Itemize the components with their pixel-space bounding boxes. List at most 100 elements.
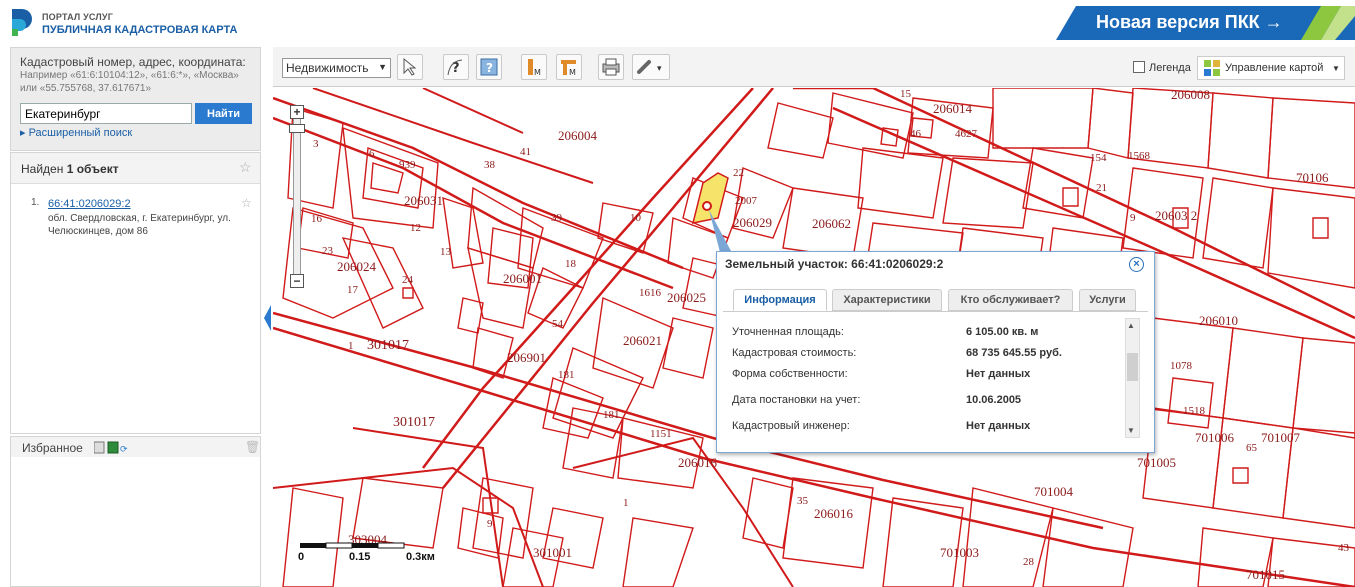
parcel-label: 1616 <box>639 287 661 299</box>
search-title: Кадастровый номер, адрес, координата: <box>20 55 246 69</box>
parcel-label: 21 <box>1096 182 1107 194</box>
parcel-label: 1568 <box>1128 150 1150 162</box>
block-label: 701015 <box>1246 567 1285 582</box>
svg-text:⟳: ⟳ <box>120 445 128 455</box>
block-label: 206004 <box>558 128 597 143</box>
parcel-label: 65 <box>1246 442 1257 454</box>
block-label: 206029 <box>733 215 772 230</box>
block-label: 206016 <box>678 455 717 470</box>
layer-select[interactable]: Недвижимость ▼ <box>282 58 391 78</box>
info-tool-button[interactable]: ? <box>476 54 502 80</box>
prop-label: Форма собственности: <box>732 368 848 380</box>
prop-label: Дата постановки на учет: <box>732 394 861 406</box>
svg-text:?: ? <box>486 61 493 75</box>
search-input[interactable] <box>20 103 192 124</box>
parcel-label: 39 <box>551 212 562 224</box>
zoom-slider[interactable] <box>293 108 301 280</box>
zoom-handle[interactable] <box>289 124 305 133</box>
result-address: обл. Свердловская, г. Екатеринбург, ул. … <box>48 213 231 237</box>
parcel-label: 1518 <box>1183 405 1205 417</box>
result-link[interactable]: 66:41:0206029:2 <box>48 198 131 210</box>
parcel-label: 2007 <box>735 195 757 207</box>
svg-text:▾: ▾ <box>657 64 662 74</box>
scrollbar-thumb[interactable] <box>1127 353 1138 381</box>
link-button[interactable]: ▾ <box>632 54 670 80</box>
block-label: 301017 <box>367 338 409 353</box>
map-control-label[interactable]: Управление картой <box>1225 62 1323 74</box>
identify-icon: ? <box>447 59 463 76</box>
parcel-label: 181 <box>558 369 575 381</box>
parcel-label: 15 <box>900 88 911 100</box>
new-version-link[interactable]: Новая версия ПКК → <box>1096 12 1283 33</box>
block-label: 206010 <box>1199 313 1238 328</box>
block-label: 206008 <box>1171 87 1210 102</box>
search-example: Например «61:6:10104:12», «61:6:*», «Мос… <box>20 70 239 94</box>
parcel-label: 9 <box>487 518 493 530</box>
tab-characteristics[interactable]: Характеристики <box>832 289 942 311</box>
block-label: 701006 <box>1195 430 1234 445</box>
parcel-label: 35 <box>797 495 808 507</box>
legend-label: Легенда <box>1149 62 1191 74</box>
map-toolbar <box>273 47 1355 87</box>
favorites-title: Избранное <box>22 441 83 455</box>
zoom-in-button[interactable]: + <box>290 105 304 119</box>
tab-information[interactable]: Информация <box>733 289 827 311</box>
star-icon[interactable]: ☆ <box>239 159 252 176</box>
legend-checkbox[interactable] <box>1133 61 1145 73</box>
find-button[interactable]: Найти <box>195 103 252 124</box>
tab-who-serves[interactable]: Кто обслуживает? <box>948 289 1073 311</box>
trash-icon[interactable]: 🗑 <box>245 440 260 454</box>
prop-value: 10.06.2005 <box>966 394 1022 406</box>
parcel-label: 1 <box>623 497 629 509</box>
close-icon[interactable]: × <box>1129 257 1144 272</box>
parcel-label: 24 <box>402 274 413 286</box>
results-panel <box>10 152 261 434</box>
parcel-label: 46 <box>910 128 921 140</box>
scale-label-end: 0.3км <box>406 551 435 563</box>
block-label: 301017 <box>393 415 435 430</box>
parcel-label: 28 <box>1023 556 1034 568</box>
parcel-label: 10 <box>630 212 641 224</box>
parcel-label: 9 <box>1130 212 1136 224</box>
print-button[interactable] <box>598 54 624 80</box>
export-icons[interactable]: ⟳ <box>94 441 134 455</box>
scale-bar <box>300 542 405 549</box>
block-label: 206901 <box>507 350 546 365</box>
cursor-icon <box>403 57 417 76</box>
grid-icon[interactable] <box>1204 60 1220 76</box>
prop-label: Уточненная площадь: <box>732 326 844 338</box>
block-label: 701003 <box>940 545 979 560</box>
result-star-icon[interactable]: ☆ <box>241 196 252 210</box>
identify-tool-button[interactable]: ? <box>443 54 469 80</box>
layer-select-value[interactable]: Недвижимость <box>286 61 369 75</box>
advanced-search-link[interactable]: ▸ Расширенный поиск <box>20 126 132 139</box>
header: ПОРТАЛ УСЛУГ ПУБЛИЧНАЯ КАДАСТРОВАЯ КАРТА… <box>0 0 1355 46</box>
zoom-out-button[interactable]: − <box>290 274 304 288</box>
select-tool-button[interactable] <box>397 54 423 80</box>
measure-tool-button[interactable]: M <box>521 54 547 80</box>
block-label: 206016 <box>814 506 853 521</box>
area-tool-button[interactable]: M <box>556 54 582 80</box>
chevron-down-icon[interactable]: ▼ <box>1127 426 1135 435</box>
chevron-down-icon[interactable]: ▼ <box>1332 64 1340 73</box>
chevron-up-icon[interactable]: ▲ <box>1127 321 1135 330</box>
parcel-label: 16 <box>311 213 322 225</box>
result-number: 1. <box>31 197 40 208</box>
tabs-divider <box>723 311 1148 312</box>
ruler-icon: M <box>528 59 541 77</box>
logo-line1: ПОРТАЛ УСЛУГ <box>42 12 113 22</box>
parcel-label: 1151 <box>650 428 672 440</box>
prop-label: Кадастровый инженер: <box>732 420 850 432</box>
prop-value: 68 735 645.55 руб. <box>966 347 1062 359</box>
parcel-label: 939 <box>399 159 416 171</box>
tab-services[interactable]: Услуги <box>1079 289 1136 311</box>
parcel-label: 181 <box>603 409 620 421</box>
collapse-panel-handle[interactable] <box>264 305 271 331</box>
block-label: 70106 <box>1296 170 1329 185</box>
prop-label: Кадастровая стоимость: <box>732 347 857 359</box>
block-label: 206025 <box>667 290 706 305</box>
parcel-label: 54 <box>552 318 563 330</box>
advanced-search-label[interactable]: Расширенный поиск <box>29 127 133 139</box>
chevron-down-icon[interactable]: ▼ <box>378 62 387 72</box>
logo-icon <box>12 9 32 36</box>
